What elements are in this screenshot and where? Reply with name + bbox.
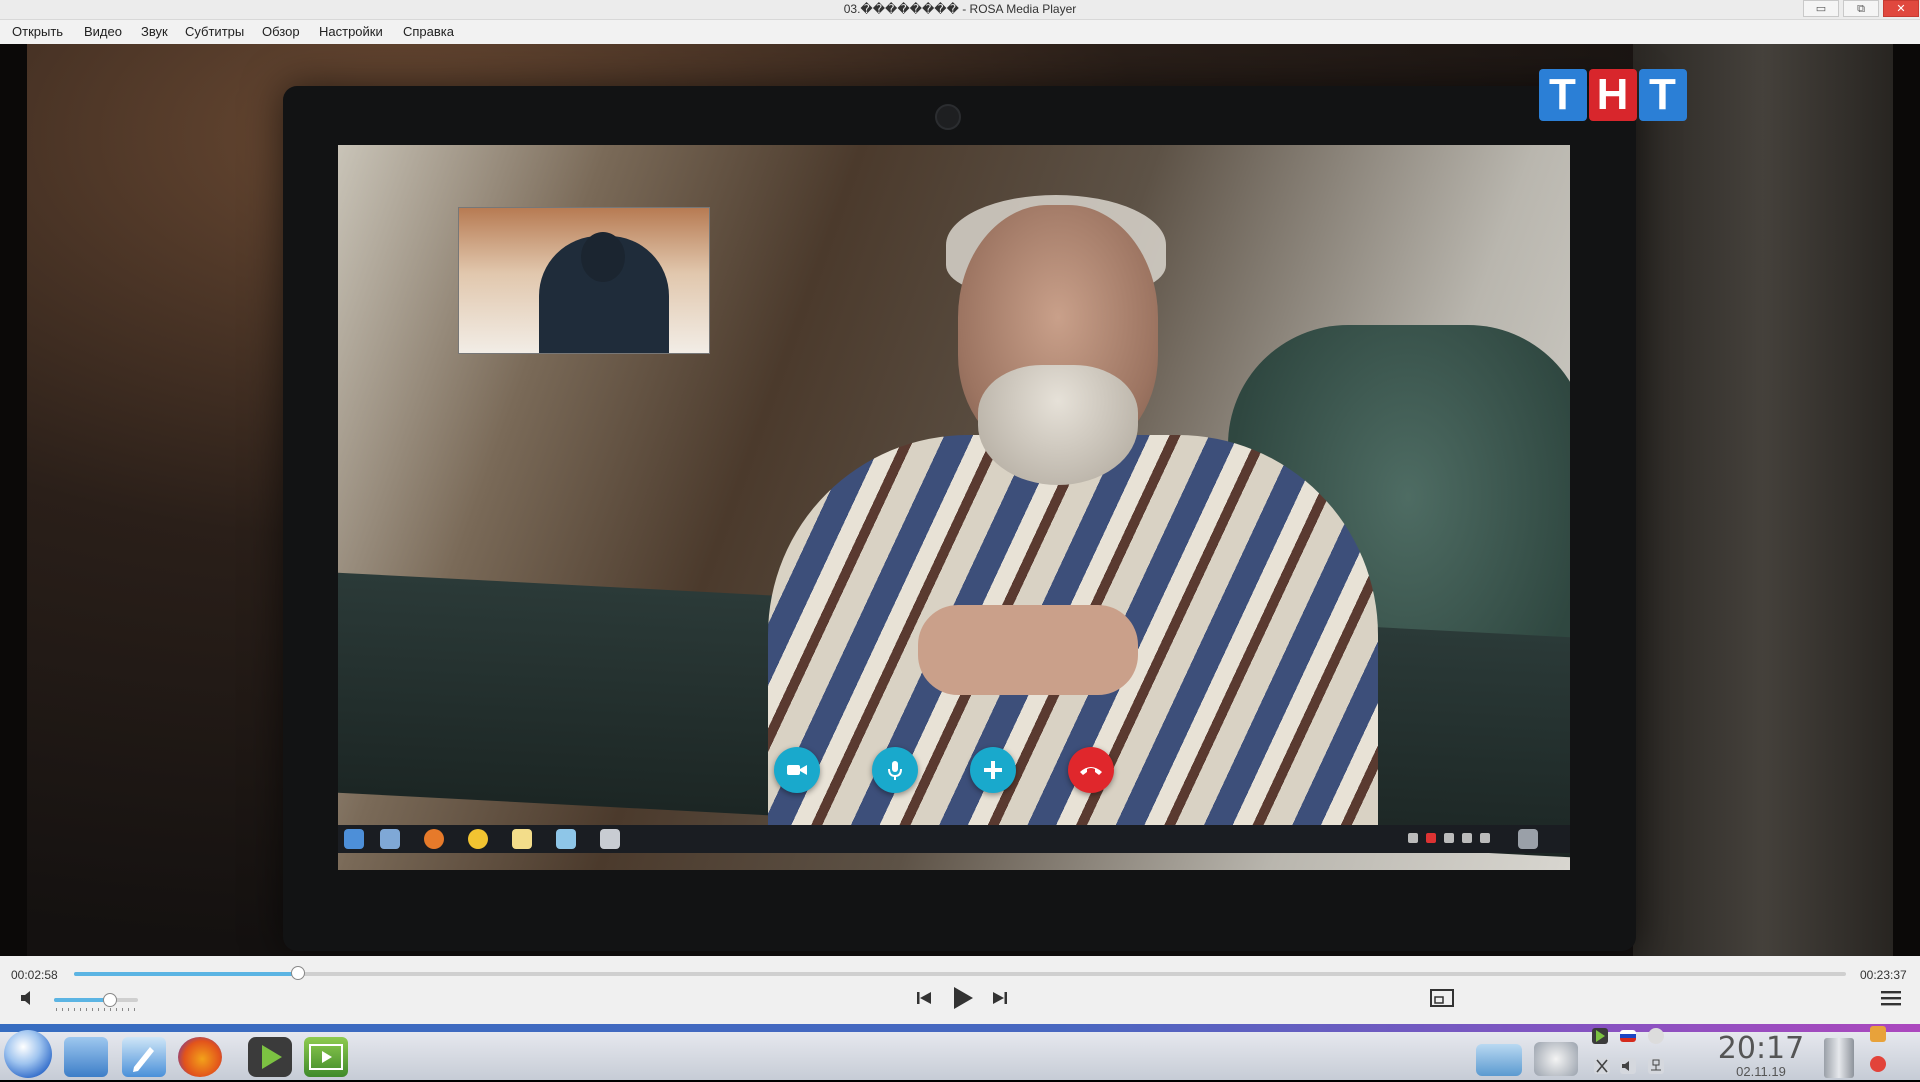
seek-handle[interactable]: [291, 966, 306, 980]
menu-browse[interactable]: Обзор: [262, 24, 300, 39]
close-button[interactable]: ✕: [1883, 0, 1919, 17]
menu-subtitles[interactable]: Субтитры: [185, 24, 244, 39]
old-man-figure: [768, 195, 1378, 825]
settings-icon[interactable]: [1534, 1042, 1578, 1076]
webcam-icon: [935, 104, 961, 130]
in-video-settings-icon: [600, 829, 620, 849]
media-player-tray-icon[interactable]: [1592, 1028, 1608, 1044]
clock-time: 20:17: [1717, 1031, 1805, 1066]
in-video-firefox-icon: [424, 829, 444, 849]
screenshot-icon[interactable]: [1476, 1044, 1522, 1076]
channel-logo: Т Н Т: [1535, 68, 1690, 122]
video-camera-icon: [774, 747, 820, 793]
lock-icon[interactable]: [1870, 1026, 1886, 1042]
in-video-volume-icon: [1462, 833, 1472, 843]
video-display[interactable]: Т Н Т: [0, 44, 1920, 956]
file-manager-icon[interactable]: [64, 1037, 108, 1077]
network-icon[interactable]: [1648, 1058, 1664, 1074]
player-controls: 00:02:58 00:23:37: [0, 956, 1920, 1024]
in-video-network-icon: [1480, 833, 1490, 843]
laptop-screen: [338, 145, 1570, 870]
window-title: 03.�������� - ROSA Media Player: [843, 2, 1077, 16]
seek-bar-progress: [74, 972, 298, 976]
volume-level: [54, 998, 109, 1002]
volume-icon[interactable]: [18, 988, 38, 1008]
elapsed-time: 00:02:58: [11, 968, 58, 982]
menu-icon[interactable]: [1880, 988, 1902, 1008]
menu-open[interactable]: Открыть: [12, 24, 63, 39]
menu-video[interactable]: Видео: [84, 24, 122, 39]
volume-handle[interactable]: [102, 993, 117, 1007]
clock[interactable]: 20:17 02.11.19: [1706, 1033, 1816, 1079]
power-icon[interactable]: [1870, 1056, 1886, 1072]
play-icon[interactable]: [948, 984, 976, 1012]
total-time: 00:23:37: [1860, 968, 1907, 982]
hang-up-icon: [1068, 747, 1114, 793]
in-video-taskbar: [338, 825, 1570, 853]
media-player-icon[interactable]: [248, 1037, 292, 1077]
clasped-hands: [918, 605, 1138, 695]
trash-icon[interactable]: [1824, 1038, 1854, 1078]
logo-letter-2: Н: [1588, 69, 1637, 121]
in-video-scissors-icon: [1444, 833, 1454, 843]
volume-slider[interactable]: [54, 993, 138, 1007]
menu-settings[interactable]: Настройки: [319, 24, 383, 39]
title-bar: 03.�������� - ROSA Media Player ▭ ⧉ ✕: [0, 0, 1920, 20]
volume-icon[interactable]: [1620, 1058, 1636, 1074]
add-icon: [970, 747, 1016, 793]
in-video-trash-icon: [1518, 829, 1538, 849]
start-menu-icon[interactable]: [4, 1030, 52, 1078]
usb-icon[interactable]: [1648, 1028, 1664, 1044]
minimize-button[interactable]: ▭: [1803, 0, 1839, 17]
maximize-button[interactable]: ⧉: [1843, 0, 1879, 17]
in-video-start-icon: [344, 829, 364, 849]
clock-date: 02.11.19: [1736, 1064, 1786, 1079]
video-background-lamp: [1633, 44, 1893, 956]
scissors-icon[interactable]: [1594, 1058, 1610, 1074]
firefox-icon[interactable]: [178, 1037, 222, 1077]
logo-letter-3: Т: [1638, 69, 1687, 121]
text-editor-icon[interactable]: [122, 1037, 166, 1077]
next-icon[interactable]: [990, 988, 1010, 1008]
beard: [978, 365, 1138, 485]
russian-flag-icon[interactable]: [1620, 1030, 1636, 1042]
in-video-tray-icon: [1408, 833, 1418, 843]
in-video-notes-icon: [512, 829, 532, 849]
in-video-record-icon: [1426, 833, 1436, 843]
picture-in-picture-video: [458, 207, 710, 354]
hood: [581, 232, 625, 282]
in-video-chat-icon: [468, 829, 488, 849]
volume-ticks: [56, 1008, 136, 1011]
menu-bar: Открыть Видео Звук Субтитры Обзор Настро…: [0, 20, 1920, 44]
previous-icon[interactable]: [914, 988, 934, 1008]
seek-bar[interactable]: [74, 966, 1846, 980]
menu-audio[interactable]: Звук: [141, 24, 168, 39]
microphone-icon: [872, 747, 918, 793]
aspect-ratio-icon[interactable]: [1430, 988, 1454, 1008]
menu-help[interactable]: Справка: [403, 24, 454, 39]
in-video-folder-icon: [380, 829, 400, 849]
system-taskbar: 20:17 02.11.19: [0, 1024, 1920, 1080]
logo-letter-1: Т: [1538, 69, 1587, 121]
in-video-photos-icon: [556, 829, 576, 849]
video-editor-icon[interactable]: [304, 1037, 348, 1077]
